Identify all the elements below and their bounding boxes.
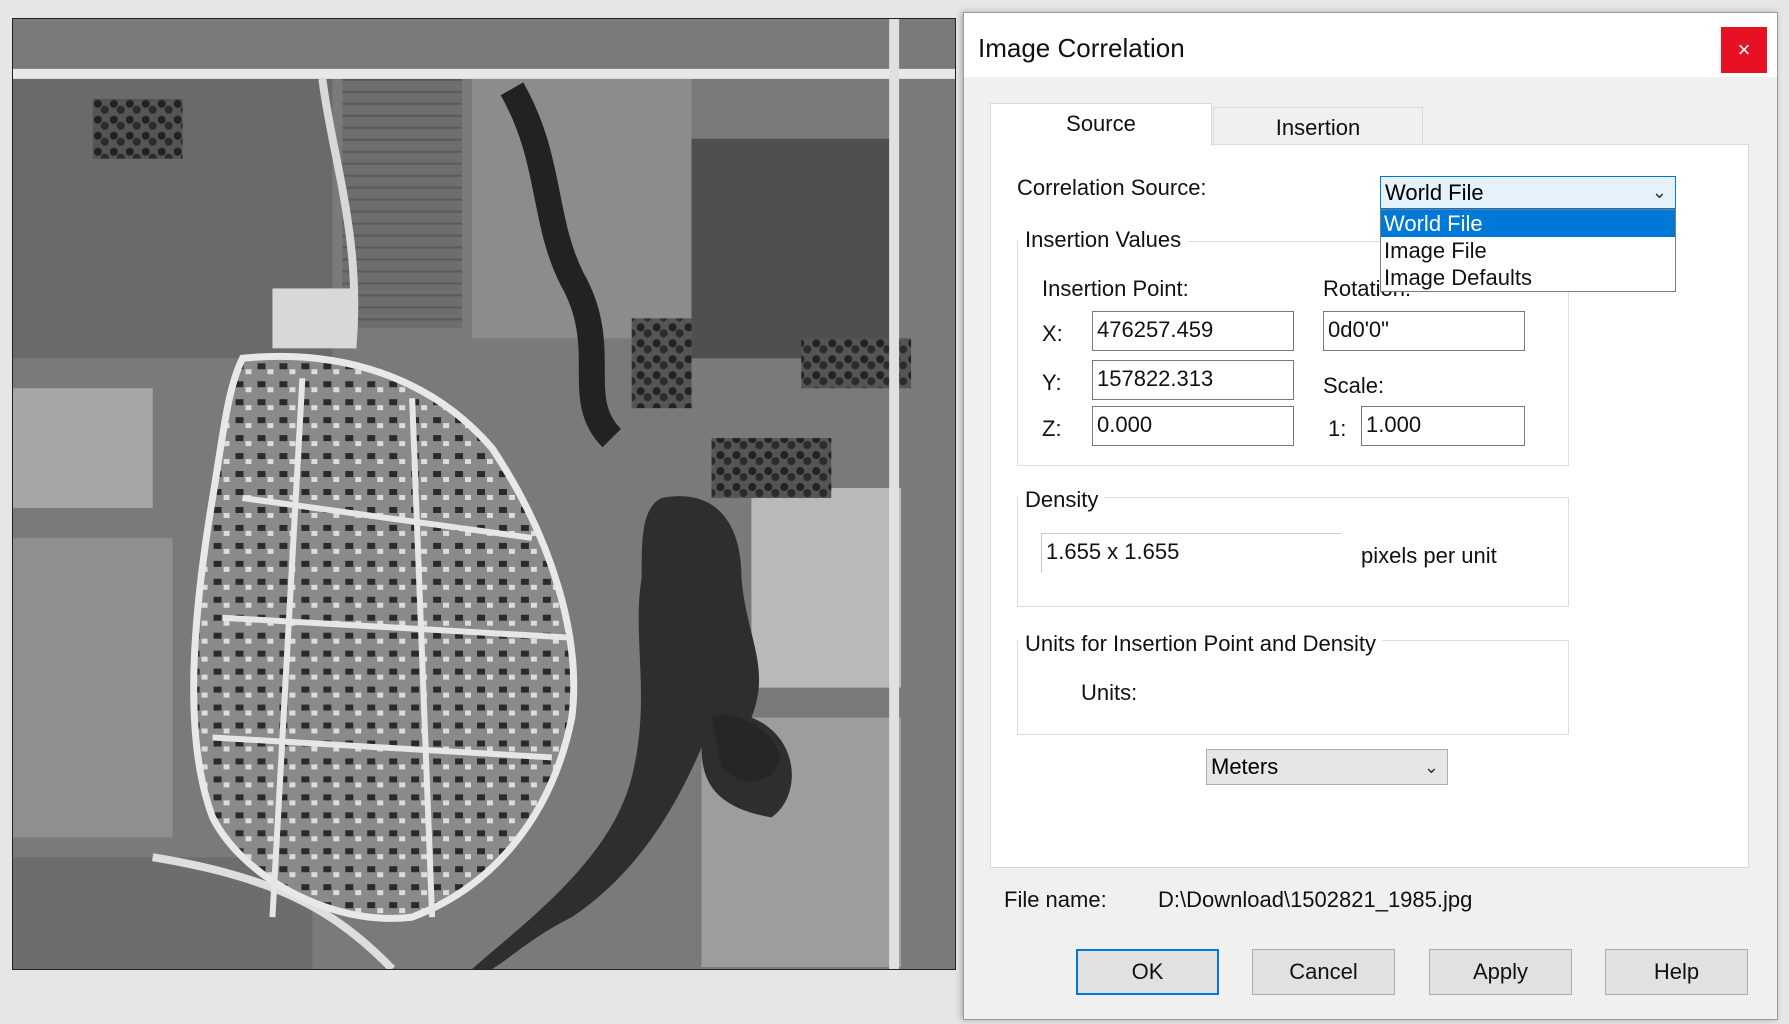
aerial-photo-graphic <box>13 19 955 969</box>
units-label: Units: <box>1081 680 1138 705</box>
x-field[interactable]: 476257.459 <box>1092 311 1294 351</box>
y-label: Y: <box>1042 370 1062 395</box>
close-icon: × <box>1737 37 1751 62</box>
density-title: Density <box>1019 487 1105 513</box>
option-world-file[interactable]: World File <box>1381 210 1675 237</box>
units-group-title: Units for Insertion Point and Density <box>1019 631 1382 657</box>
aerial-photo <box>12 18 956 970</box>
density-unit-label: pixels per unit <box>1361 543 1497 568</box>
x-label: X: <box>1042 321 1063 346</box>
tab-source[interactable]: Source <box>990 103 1212 146</box>
z-label: Z: <box>1042 416 1062 441</box>
insertion-values-title: Insertion Values <box>1019 227 1188 253</box>
apply-button[interactable]: Apply <box>1429 949 1572 995</box>
scale-field[interactable]: 1.000 <box>1361 406 1525 446</box>
file-name-value: D:\Download\1502821_1985.jpg <box>1158 887 1473 912</box>
file-name-label: File name: <box>1004 887 1107 912</box>
correlation-source-dropdown: World File Image File Image Defaults <box>1380 209 1676 292</box>
cancel-button[interactable]: Cancel <box>1252 949 1395 995</box>
image-correlation-dialog: Image Correlation × Source Insertion Cor… <box>963 12 1778 1020</box>
units-select[interactable]: Meters ⌄ <box>1206 749 1448 785</box>
density-field[interactable]: 1.655 x 1.655 <box>1041 533 1341 573</box>
insertion-point-label: Insertion Point: <box>1042 276 1189 301</box>
dialog-title: Image Correlation <box>978 33 1185 63</box>
z-field[interactable]: 0.000 <box>1092 406 1294 446</box>
scale-label: Scale: <box>1323 373 1385 398</box>
correlation-source-value: World File <box>1385 180 1484 205</box>
y-field[interactable]: 157822.313 <box>1092 360 1294 400</box>
ok-button[interactable]: OK <box>1076 949 1219 995</box>
correlation-source-label: Correlation Source: <box>1017 175 1207 200</box>
units-value: Meters <box>1211 754 1279 779</box>
rotation-field[interactable]: 0d0'0" <box>1323 311 1525 351</box>
option-image-defaults[interactable]: Image Defaults <box>1381 264 1675 291</box>
close-button[interactable]: × <box>1721 27 1767 73</box>
scale-prefix: 1: <box>1328 416 1347 441</box>
chevron-down-icon: ⌄ <box>1423 757 1439 777</box>
correlation-source-combo[interactable]: World File ⌄ <box>1380 176 1676 209</box>
title-bar[interactable]: Image Correlation × <box>964 13 1777 77</box>
help-button[interactable]: Help <box>1605 949 1748 995</box>
chevron-down-icon: ⌄ <box>1651 182 1667 202</box>
tab-insertion[interactable]: Insertion <box>1213 107 1423 149</box>
option-image-file[interactable]: Image File <box>1381 237 1675 264</box>
